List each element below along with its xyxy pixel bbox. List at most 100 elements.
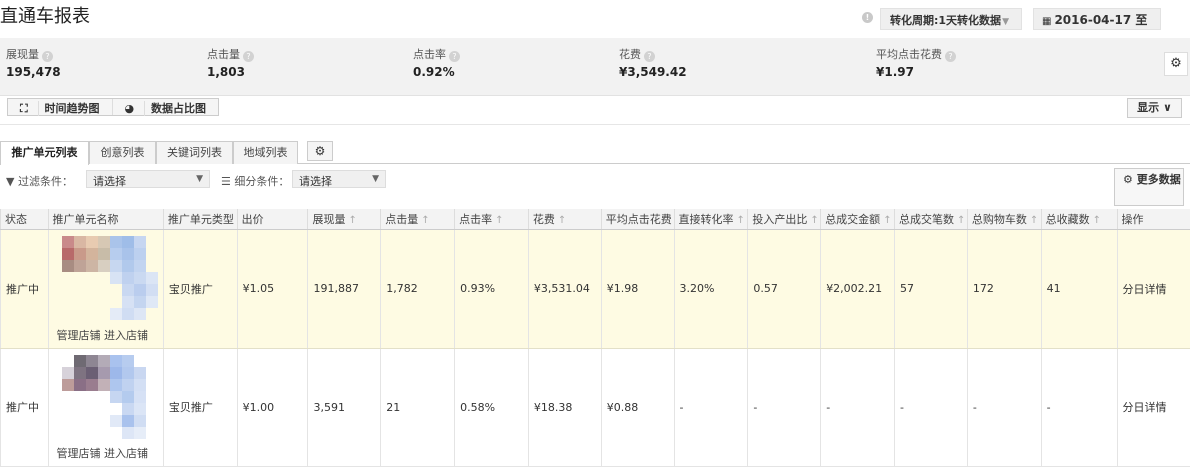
col-clicks[interactable]: 点击量 ↑ (380, 209, 455, 230)
daily-detail-link[interactable]: 分日详情 (1116, 229, 1190, 349)
manage-shop-link[interactable]: 管理店铺 (57, 329, 101, 342)
share-chart-button[interactable]: ◕ 数据占比图 (111, 99, 218, 116)
summary-settings-button[interactable]: ⚙ (1164, 52, 1188, 76)
more-data-button[interactable]: ⚙ 更多数据 (1114, 168, 1184, 206)
total-favorites-cell: 41 (1040, 229, 1118, 349)
display-label: 显示 (1137, 101, 1160, 114)
col-impressions[interactable]: 展现量 ↑ (307, 209, 381, 230)
status-cell: 推广中 (0, 348, 49, 467)
metric-label: 花费 (619, 48, 641, 61)
col-avg-cpc[interactable]: 平均点击花费 (600, 209, 675, 230)
help-icon[interactable]: ? (945, 51, 956, 62)
tab-region-list[interactable]: 地域列表 (233, 141, 298, 164)
tab-creative-list[interactable]: 创意列表 (89, 141, 156, 164)
avg-cpc-cell: ¥0.88 (600, 348, 675, 467)
total-favorites-cell: - (1040, 348, 1118, 467)
col-bid[interactable]: 出价 (236, 209, 308, 230)
col-ctr[interactable]: 点击率 ↑ (454, 209, 529, 230)
product-thumbnail[interactable] (54, 235, 160, 324)
summary-bar: 展现量? 195,478 点击量? 1,803 点击率? 0.92% 花费? ¥… (0, 38, 1190, 95)
chart-toolbar: ⛶ 时间趋势图 ◕ 数据占比图 显示 ∨ (0, 95, 1190, 125)
filter-select[interactable]: 请选择 ▼ (86, 170, 210, 188)
metric-cost: 花费? ¥3,549.42 (619, 46, 687, 79)
gear-icon: ⚙ (1123, 173, 1137, 186)
sort-arrow-icon: ↑ (957, 214, 966, 226)
metric-label: 展现量 (6, 48, 39, 61)
col-total-carts[interactable]: 总购物车数 ↑ (966, 209, 1042, 230)
info-icon[interactable]: ! (862, 12, 873, 23)
sort-arrow-icon: ↑ (348, 214, 357, 226)
filter-label-text: 过滤条件： (17, 175, 73, 188)
unit-type-cell: 宝贝推广 (162, 229, 238, 349)
daily-detail-link[interactable]: 分日详情 (1116, 348, 1190, 467)
product-thumbnail[interactable] (54, 354, 160, 443)
metric-label: 点击量 (207, 48, 240, 61)
gear-icon: ⚙ (314, 144, 326, 158)
col-actions: 操作 (1116, 209, 1190, 230)
metric-ctr: 点击率? 0.92% (413, 46, 460, 79)
help-icon[interactable]: ? (449, 51, 460, 62)
col-cost[interactable]: 花费 ↑ (527, 209, 602, 230)
avg-cpc-cell: ¥1.98 (600, 229, 675, 349)
sort-arrow-icon: ↑ (495, 214, 504, 226)
metric-avg-cpc: 平均点击花费? ¥1.97 (876, 46, 956, 79)
metric-value: ¥3,549.42 (619, 65, 687, 79)
sub-filter-select[interactable]: 请选择 ▼ (292, 170, 386, 188)
table-row: 推广中 管理店铺 进入店铺 宝贝推广 ¥1.05 191,887 1,782 0… (0, 229, 1190, 349)
col-unit-type[interactable]: 推广单元类型▼ (162, 209, 238, 230)
col-total-sales[interactable]: 总成交金额 ↑ (820, 209, 895, 230)
metric-value: 195,478 (6, 65, 61, 79)
bid-cell: ¥1.05 (236, 229, 308, 349)
col-total-favorites[interactable]: 总收藏数 ↑ (1040, 209, 1118, 230)
ctr-cell: 0.93% (454, 229, 529, 349)
trend-chart-label: 时间趋势图 (37, 101, 106, 116)
metric-impressions: 展现量? 195,478 (6, 46, 61, 79)
cost-cell: ¥3,531.04 (527, 229, 602, 349)
total-sales-cell: ¥2,002.21 (820, 229, 895, 349)
sort-arrow-icon: ↑ (736, 214, 745, 226)
metric-value: 1,803 (207, 65, 245, 79)
col-roi[interactable]: 投入产出比 ↑ (747, 209, 821, 230)
display-toggle-button[interactable]: 显示 ∨ (1127, 98, 1182, 118)
total-carts-cell: - (966, 348, 1042, 467)
manage-shop-link[interactable]: 管理店铺 (57, 447, 101, 460)
metric-value: ¥1.97 (876, 65, 914, 79)
gear-icon: ⚙ (1170, 56, 1182, 71)
funnel-icon: ▼ (6, 175, 18, 188)
col-direct-cvr[interactable]: 直接转化率 ↑ (673, 209, 748, 230)
tab-unit-list[interactable]: 推广单元列表 (0, 141, 89, 165)
total-orders-cell: 57 (894, 229, 968, 349)
date-range-picker[interactable]: ▦2016-04-17 至 2016-04-30 (1033, 8, 1161, 30)
roi-cell: - (747, 348, 821, 467)
pie-chart-icon: ◕ (124, 102, 138, 115)
col-status: 状态 (0, 209, 49, 230)
cost-cell: ¥18.38 (527, 348, 602, 467)
direct-cvr-cell: - (673, 348, 748, 467)
col-unit-name: 推广单元名称 (47, 209, 164, 230)
shop-links: 管理店铺 进入店铺 (57, 327, 149, 343)
col-total-orders[interactable]: 总成交笔数 ↑ (894, 209, 968, 230)
report-tabs: 推广单元列表 创意列表 关键词列表 地域列表 (0, 139, 1190, 165)
list-icon: ☰ (221, 175, 235, 188)
chevron-down-icon: ▼ (372, 174, 379, 184)
help-icon[interactable]: ? (644, 51, 655, 62)
table-row: 推广中 管理店铺 进入店铺 宝贝推广 ¥1.00 3,591 21 0.58% … (0, 348, 1190, 467)
direct-cvr-cell: 3.20% (673, 229, 748, 349)
unit-name-cell: 管理店铺 进入店铺 (47, 229, 164, 349)
unit-name-cell: 管理店铺 进入店铺 (47, 348, 164, 467)
tab-keyword-list[interactable]: 关键词列表 (156, 141, 233, 164)
metric-label: 点击率 (413, 48, 446, 61)
conversion-period-dropdown[interactable]: 转化周期:1天转化数据▼ (880, 8, 1022, 30)
help-icon[interactable]: ? (42, 51, 53, 62)
sort-arrow-icon: ↑ (1092, 214, 1102, 226)
help-icon[interactable]: ? (243, 51, 254, 62)
trend-chart-button[interactable]: ⛶ 时间趋势图 (8, 99, 112, 116)
metric-clicks: 点击量? 1,803 (207, 46, 254, 79)
sort-arrow-icon: ↑ (1029, 214, 1039, 226)
metric-label: 平均点击花费 (876, 48, 942, 61)
enter-shop-link[interactable]: 进入店铺 (104, 329, 148, 342)
clicks-cell: 21 (380, 348, 455, 467)
enter-shop-link[interactable]: 进入店铺 (104, 447, 148, 460)
tab-settings-button[interactable]: ⚙ (307, 141, 333, 161)
impressions-cell: 3,591 (307, 348, 381, 467)
